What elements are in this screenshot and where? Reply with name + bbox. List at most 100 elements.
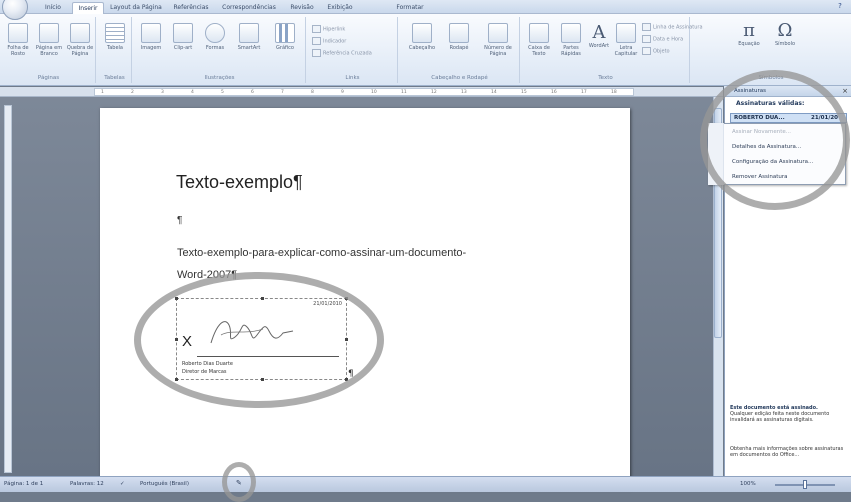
blank-page-label: Página em Branco xyxy=(35,45,63,57)
blank-page-button[interactable]: Página em Branco xyxy=(34,23,64,57)
drop-cap-label: Letra Capitular xyxy=(614,45,638,57)
cross-reference-label: Referência Cruzada xyxy=(323,50,372,57)
table-label: Tabela xyxy=(107,45,123,51)
group-label-texto: Texto xyxy=(598,75,613,81)
language-indicator[interactable]: Português (Brasil) xyxy=(140,481,189,487)
chart-label: Gráfico xyxy=(276,45,294,51)
cover-page-button[interactable]: Folha de Rosto xyxy=(4,23,32,57)
text-box-icon xyxy=(529,23,549,43)
ruler-tick: 8 xyxy=(311,90,314,95)
ruler-tick: 2 xyxy=(131,90,134,95)
document-title[interactable]: Texto-exemplo¶ xyxy=(176,172,303,193)
zoom-slider-knob[interactable] xyxy=(803,480,807,489)
group-texto: Caixa de Texto Partes Rápidas A WordArt L… xyxy=(522,17,703,83)
wordart-icon: A xyxy=(592,22,606,43)
blank-page-icon xyxy=(39,23,59,43)
ruler-tick: 3 xyxy=(161,90,164,95)
header-button[interactable]: Cabeçalho xyxy=(404,23,440,51)
ruler-tick: 1 xyxy=(101,90,104,95)
paragraph-mark: ¶ xyxy=(177,215,183,226)
hyperlink-button[interactable]: Hiperlink xyxy=(312,25,345,33)
ruler-tick: 7 xyxy=(281,90,284,95)
drop-cap-icon xyxy=(616,23,636,43)
object-label: Objeto xyxy=(653,48,670,55)
equation-button[interactable]: π Equação xyxy=(732,20,766,48)
hyperlink-label: Hiperlink xyxy=(323,26,346,33)
table-icon xyxy=(105,23,125,43)
page-number-label: Número de Página xyxy=(484,45,512,57)
ruler-tick: 12 xyxy=(431,90,437,95)
date-time-label: Data e Hora xyxy=(653,36,684,43)
vertical-ruler[interactable] xyxy=(4,105,12,473)
symbol-icon: Ω xyxy=(777,20,793,41)
status-bar: Página: 1 de 1 Palavras: 12 ✓ Português … xyxy=(0,476,851,492)
tab-exibicao[interactable]: Exibição xyxy=(322,2,358,14)
cross-reference-button[interactable]: Referência Cruzada xyxy=(312,49,372,57)
group-tabelas: Tabela Tabelas xyxy=(98,17,132,83)
page-break-button[interactable]: Quebra de Página xyxy=(65,23,95,57)
equation-label: Equação xyxy=(738,41,760,47)
chart-button[interactable]: Gráfico xyxy=(268,23,302,51)
text-box-button[interactable]: Caixa de Texto xyxy=(524,23,554,57)
word-count[interactable]: Palavras: 12 xyxy=(70,481,104,487)
highlight-ring-status xyxy=(222,462,256,502)
table-button[interactable]: Tabela xyxy=(101,23,129,51)
drop-cap-button[interactable]: Letra Capitular xyxy=(612,23,640,57)
proofing-icon[interactable]: ✓ xyxy=(120,481,125,487)
equation-icon: π xyxy=(743,20,755,41)
group-label-ilustracoes: Ilustrações xyxy=(204,75,235,81)
tab-formatar[interactable]: Formatar xyxy=(392,2,428,14)
wordart-button[interactable]: A WordArt xyxy=(586,22,612,50)
group-paginas: Folha de Rosto Página em Branco Quebra d… xyxy=(2,17,96,83)
signature-line-icon xyxy=(642,23,651,31)
tab-layout[interactable]: Layout da Página xyxy=(108,2,164,14)
clipart-button[interactable]: Clip-art xyxy=(168,23,198,51)
tab-inicio[interactable]: Início xyxy=(38,2,68,14)
image-icon xyxy=(141,23,161,43)
quick-parts-icon xyxy=(561,23,581,43)
shapes-icon xyxy=(205,23,225,43)
date-time-icon xyxy=(642,35,651,43)
object-button[interactable]: Objeto xyxy=(642,47,670,55)
page-number-button[interactable]: Número de Página xyxy=(478,23,518,57)
horizontal-ruler[interactable]: 1 2 3 4 5 6 7 8 9 10 11 12 13 14 15 16 1… xyxy=(94,88,634,96)
cover-page-label: Folha de Rosto xyxy=(7,45,29,57)
ruler-tick: 5 xyxy=(221,90,224,95)
cross-reference-icon xyxy=(312,49,321,57)
ruler-tick: 15 xyxy=(521,90,527,95)
bookmark-button[interactable]: Indicador xyxy=(312,37,346,45)
close-icon[interactable]: × xyxy=(842,86,848,97)
page-count[interactable]: Página: 1 de 1 xyxy=(4,481,43,487)
image-button[interactable]: Imagem xyxy=(136,23,166,51)
quick-parts-button[interactable]: Partes Rápidas xyxy=(556,23,586,57)
body-text-line-1[interactable]: Texto-exemplo-para-explicar-como-assinar… xyxy=(177,247,466,259)
footer-label: Rodapé xyxy=(449,45,469,51)
ruler-tick: 18 xyxy=(611,90,617,95)
tab-correspondencias[interactable]: Correspondências xyxy=(218,2,280,14)
symbol-button[interactable]: Ω Símbolo xyxy=(768,20,802,48)
clipart-label: Clip-art xyxy=(173,45,193,51)
task-pane-info-text: Qualquer edição feita neste documento in… xyxy=(730,411,830,423)
tab-revisao[interactable]: Revisão xyxy=(284,2,320,14)
chart-icon xyxy=(275,23,295,43)
header-icon xyxy=(412,23,432,43)
shapes-button[interactable]: Formas xyxy=(200,23,230,51)
help-icon[interactable]: ? xyxy=(835,2,845,12)
cover-page-icon xyxy=(8,23,28,43)
group-ilustracoes: Imagem Clip-art Formas SmartArt Gráfico … xyxy=(134,17,306,83)
ruler-tick: 16 xyxy=(551,90,557,95)
highlight-ring-signature xyxy=(134,272,384,408)
date-time-button[interactable]: Data e Hora xyxy=(642,35,683,43)
tab-inserir[interactable]: Inserir xyxy=(72,2,104,14)
ruler-tick: 13 xyxy=(461,90,467,95)
zoom-level[interactable]: 100% xyxy=(740,481,756,487)
footer-button[interactable]: Rodapé xyxy=(442,23,476,51)
image-label: Imagem xyxy=(140,45,162,51)
ruler-tick: 6 xyxy=(251,90,254,95)
task-pane-more-info-link[interactable]: Obtenha mais informações sobre assinatur… xyxy=(730,446,845,458)
page-number-icon xyxy=(488,23,508,43)
smartart-button[interactable]: SmartArt xyxy=(232,23,266,51)
ruler-tick: 9 xyxy=(341,90,344,95)
task-pane-info: Este documento está assinado. Qualquer e… xyxy=(730,405,845,423)
tab-referencias[interactable]: Referências xyxy=(168,2,214,14)
